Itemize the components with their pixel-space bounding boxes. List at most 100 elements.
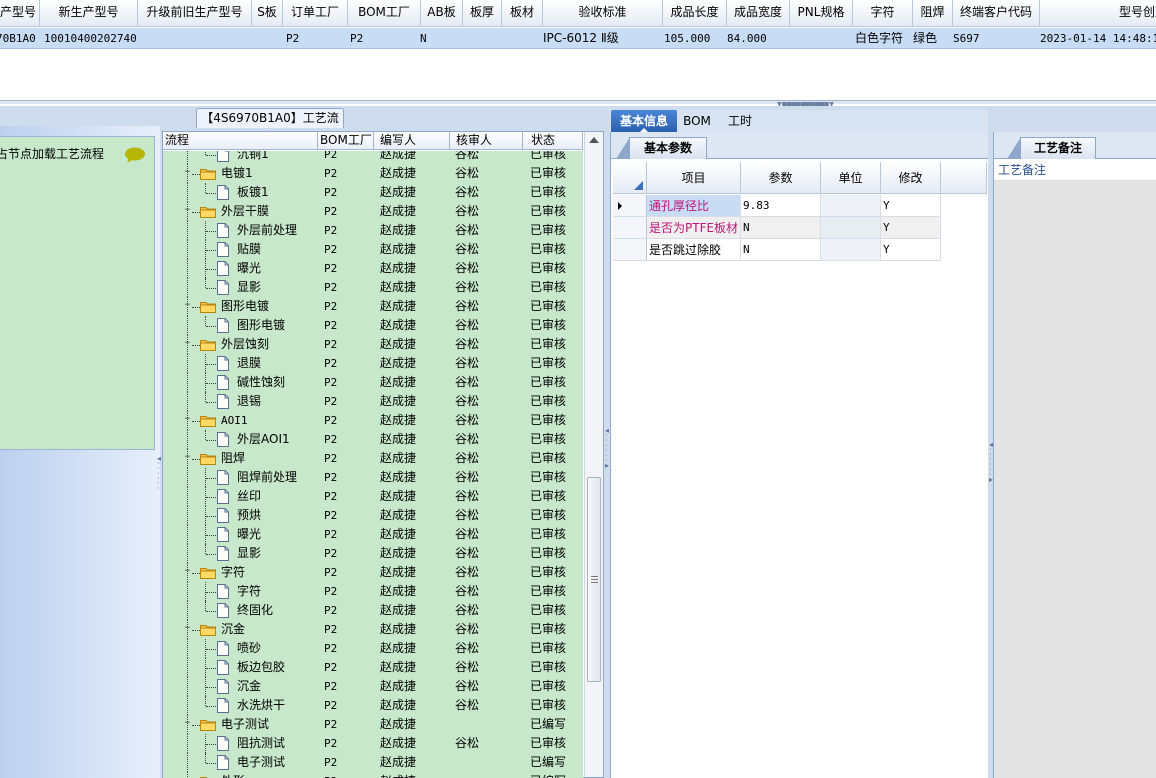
tree-step-row[interactable]: 沉金 P2 赵成捷 谷松 已审核 [163, 677, 583, 696]
col-item[interactable]: 项目 [647, 162, 741, 194]
tree-step-row[interactable]: 电子测试 P2 赵成捷 已编写 [163, 753, 583, 772]
row-selector[interactable] [613, 195, 647, 217]
tree-step-row[interactable]: 终固化 P2 赵成捷 谷松 已审核 [163, 601, 583, 620]
tree-folder-row[interactable]: − AOI1 P2 赵成捷 谷松 已审核 [163, 411, 583, 430]
tab-process-remark[interactable]: 工艺备注 [1007, 137, 1096, 159]
tree-step-row[interactable]: 丝印 P2 赵成捷 谷松 已审核 [163, 487, 583, 506]
tab-process-flow[interactable]: 【4S6970B1A0】工艺流程 [196, 108, 344, 144]
param-item[interactable]: 通孔厚径比 [647, 195, 741, 217]
collapse-icon[interactable]: − [183, 415, 192, 425]
order-cell-8[interactable]: IPC-6012 Ⅱ级 [543, 28, 664, 49]
param-unit[interactable] [821, 217, 881, 239]
tree-step-row[interactable]: 板镀1 P2 赵成捷 谷松 已审核 [163, 183, 583, 202]
row-selector[interactable] [613, 239, 647, 261]
collapse-icon[interactable]: − [183, 567, 192, 577]
col-reviewer[interactable]: 核审人 [450, 132, 523, 150]
collapse-icon[interactable]: − [183, 339, 192, 349]
tree-step-row[interactable]: 外层前处理 P2 赵成捷 谷松 已审核 [163, 221, 583, 240]
tree-folder-row[interactable]: − 字符 P2 赵成捷 谷松 已审核 [163, 563, 583, 582]
left-splitter-grip-icon[interactable]: ◂ · · · · · · [157, 455, 161, 493]
param-modify[interactable]: Y [881, 195, 941, 217]
order-cell-11[interactable] [790, 28, 855, 49]
order-col-3[interactable]: S板 [252, 0, 283, 27]
order-col-2[interactable]: 升级前旧生产型号 [138, 0, 252, 27]
order-cell-10[interactable]: 84.000 [727, 28, 790, 49]
order-grid-row-selected[interactable]: 70B1A010010400202740P2P2NIPC-6012 Ⅱ级105.… [0, 28, 1156, 49]
order-col-14[interactable]: 阻焊 [913, 0, 953, 27]
collapse-icon[interactable]: − [183, 453, 192, 463]
param-value[interactable]: N [741, 217, 821, 239]
order-col-12[interactable]: PNL规格 [790, 0, 853, 27]
tree-scrollbar[interactable] [584, 132, 603, 777]
tree-folder-row[interactable]: − 电镀1 P2 赵成捷 谷松 已审核 [163, 164, 583, 183]
tree-step-row[interactable]: 预烘 P2 赵成捷 谷松 已审核 [163, 506, 583, 525]
tree-step-row[interactable]: 阻焊前处理 P2 赵成捷 谷松 已审核 [163, 468, 583, 487]
col-process-remark[interactable]: 工艺备注 [994, 159, 1156, 181]
tab-basic-params[interactable]: 基本参数 [616, 137, 707, 159]
param-modify[interactable]: Y [881, 217, 941, 239]
col-status[interactable]: 状态 [523, 132, 583, 150]
tree-step-row[interactable]: 碱性蚀刻 P2 赵成捷 谷松 已审核 [163, 373, 583, 392]
order-col-8[interactable]: 板材 [502, 0, 543, 27]
tree-step-row[interactable]: 显影 P2 赵成捷 谷松 已审核 [163, 278, 583, 297]
tree-step-row[interactable]: 显影 P2 赵成捷 谷松 已审核 [163, 544, 583, 563]
tree-folder-row[interactable]: − 阻焊 P2 赵成捷 谷松 已审核 [163, 449, 583, 468]
tree-step-row[interactable]: 曝光 P2 赵成捷 谷松 已审核 [163, 259, 583, 278]
param-value[interactable]: N [741, 239, 821, 261]
order-cell-5[interactable]: N [420, 28, 463, 49]
param-value[interactable]: 9.83 [741, 195, 821, 217]
tree-folder-row[interactable]: − 沉金 P2 赵成捷 谷松 已审核 [163, 620, 583, 639]
order-cell-12[interactable]: 白色字符 [855, 28, 913, 49]
tree-step-row[interactable]: 水洗烘干 P2 赵成捷 谷松 已审核 [163, 696, 583, 715]
order-col-6[interactable]: AB板 [421, 0, 463, 27]
tree-step-row[interactable]: 贴膜 P2 赵成捷 谷松 已审核 [163, 240, 583, 259]
tree-step-row[interactable]: 曝光 P2 赵成捷 谷松 已审核 [163, 525, 583, 544]
order-col-15[interactable]: 终端客户代码 [953, 0, 1040, 27]
col-bom-factory[interactable]: BOM工厂 [318, 132, 374, 150]
param-item[interactable]: 是否为PTFE板材 [647, 217, 741, 239]
tree-folder-row[interactable]: − 外层蚀刻 P2 赵成捷 谷松 已审核 [163, 335, 583, 354]
order-cell-4[interactable]: P2 [350, 28, 420, 49]
param-row[interactable]: 通孔厚径比 9.83 Y [613, 195, 987, 217]
tab-bom[interactable]: BOM [680, 110, 714, 132]
col-unit[interactable]: 单位 [821, 162, 881, 194]
tree-step-row[interactable]: 板边包胶 P2 赵成捷 谷松 已审核 [163, 658, 583, 677]
order-col-1[interactable]: 新生产型号 [40, 0, 138, 27]
tree-step-row[interactable]: 退膜 P2 赵成捷 谷松 已审核 [163, 354, 583, 373]
tree-folder-row[interactable]: −外形P2赵成捷已编写 [163, 772, 583, 778]
order-col-11[interactable]: 成品宽度 [727, 0, 790, 27]
tree-step-row[interactable]: 退锡 P2 赵成捷 谷松 已审核 [163, 392, 583, 411]
param-unit[interactable] [821, 239, 881, 261]
col-value[interactable]: 参数 [741, 162, 821, 194]
tree-folder-row[interactable]: − 电子测试 P2 赵成捷 已编写 [163, 715, 583, 734]
order-col-13[interactable]: 字符 [853, 0, 913, 27]
scroll-up-icon[interactable] [589, 137, 599, 143]
col-writer[interactable]: 编写人 [374, 132, 450, 150]
order-col-9[interactable]: 验收标准 [543, 0, 663, 27]
order-cell-0[interactable]: 70B1A0 [0, 28, 40, 49]
collapse-icon[interactable]: − [183, 301, 192, 311]
tree-step-row[interactable]: 喷砂 P2 赵成捷 谷松 已审核 [163, 639, 583, 658]
tree-step-row[interactable]: 沉铜1 P2 赵成捷 谷松 已审核 [163, 151, 583, 164]
order-col-7[interactable]: 板厚 [463, 0, 502, 27]
middle-splitter-grip-icon[interactable]: ◂ · · · · · · ▸ [605, 427, 609, 470]
tree-step-row[interactable]: 图形电镀 P2 赵成捷 谷松 已审核 [163, 316, 583, 335]
order-cell-14[interactable]: S697 [953, 28, 1040, 49]
order-cell-3[interactable]: P2 [286, 28, 350, 49]
param-item[interactable]: 是否跳过除胶 [647, 239, 741, 261]
col-flow[interactable]: 流程 [163, 132, 318, 150]
order-cell-13[interactable]: 绿色 [913, 28, 953, 49]
tab-basic-info[interactable]: 基本信息 [611, 110, 677, 133]
param-row[interactable]: 是否为PTFE板材 N Y [613, 217, 987, 239]
order-cell-1[interactable]: 10010400202740 [44, 28, 140, 49]
tree-folder-row[interactable]: − 外层干膜 P2 赵成捷 谷松 已审核 [163, 202, 583, 221]
horizontal-splitter[interactable] [0, 100, 1156, 104]
order-cell-7[interactable] [502, 28, 543, 49]
row-selector[interactable] [613, 217, 647, 239]
order-col-0[interactable]: 产型号 [0, 0, 40, 27]
tree-step-row[interactable]: 阻抗测试 P2 赵成捷 谷松 已审核 [163, 734, 583, 753]
order-cell-15[interactable]: 2023-01-14 14:48:10 [1040, 28, 1156, 49]
order-col-4[interactable]: 订单工厂 [283, 0, 348, 27]
param-unit[interactable] [821, 195, 881, 217]
chat-bubble-icon[interactable] [124, 147, 146, 163]
